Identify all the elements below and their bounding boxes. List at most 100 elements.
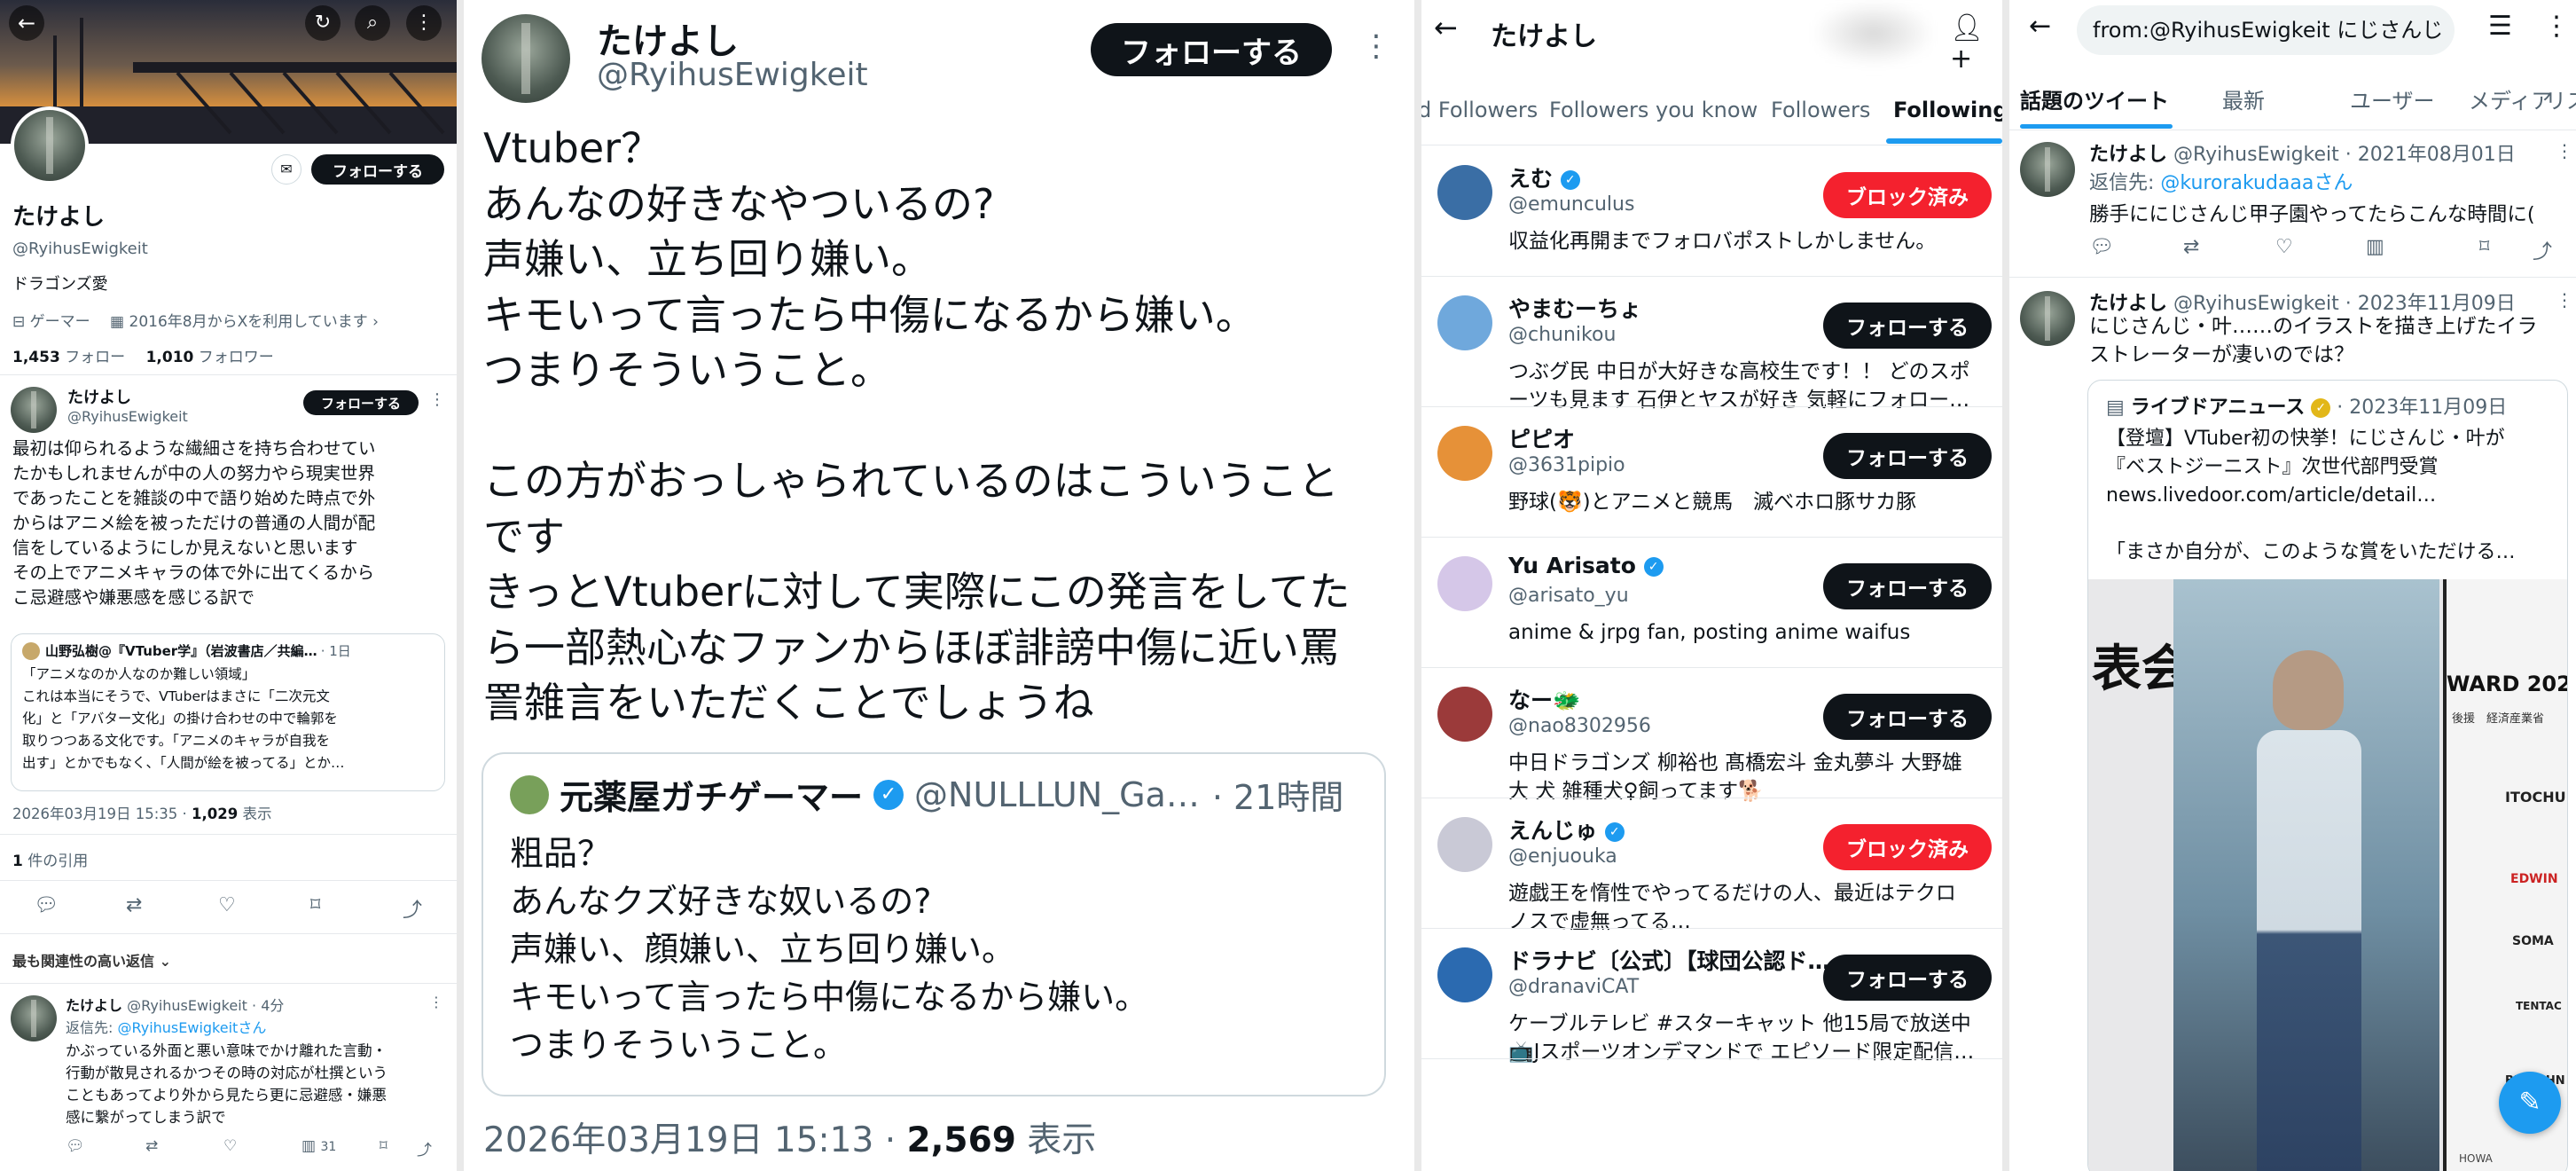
follow-button[interactable]: フォローする bbox=[1823, 563, 1992, 609]
tweet-avatar[interactable] bbox=[482, 14, 570, 103]
reply-to-link[interactable]: @RyihusEwigkeitさん bbox=[117, 1019, 266, 1036]
like-icon[interactable]: ♡ bbox=[223, 1137, 237, 1155]
tab-top[interactable]: 話題のツイート bbox=[2020, 83, 2169, 114]
reply-author-name[interactable]: たけよし bbox=[66, 997, 122, 1014]
views-icon[interactable]: ▥ bbox=[2366, 236, 2384, 258]
compose-fab-icon[interactable]: ✎ bbox=[2499, 1072, 2561, 1134]
link-preview-card[interactable]: ▤ ライブドアニュース ✓ · 2023年11月09日 【登壇】VTuber初の… bbox=[2087, 380, 2568, 1171]
search-input[interactable]: from:@RyihusEwigkeit にじさんじ bbox=[2077, 5, 2455, 55]
retweet-icon[interactable]: ⇄ bbox=[145, 1137, 158, 1155]
reply-icon[interactable]: 💬︎ bbox=[66, 1137, 85, 1155]
tab-followers[interactable]: Followers bbox=[1771, 98, 1870, 122]
user-handle[interactable]: @nao8302956 bbox=[1508, 715, 1651, 737]
user-avatar[interactable] bbox=[1437, 817, 1492, 872]
quoted-tweet-card[interactable]: 山野弘樹@『VTuber学』（岩波書店／共編… · 1日 「アニメなのか人なのか… bbox=[11, 633, 445, 791]
retweet-icon[interactable]: ⇄ bbox=[2183, 236, 2199, 258]
user-row[interactable]: えむ ✓ @emunculus ブロック済み 収益化再開までフォロバポストしかし… bbox=[1421, 147, 2002, 277]
tweet-more-icon[interactable]: ⋮ bbox=[2556, 140, 2573, 161]
blocked-button[interactable]: ブロック済み bbox=[1823, 824, 1992, 870]
reply-icon[interactable]: 💬︎ bbox=[2089, 236, 2114, 258]
filter-icon[interactable]: ☰ bbox=[2488, 11, 2512, 42]
reply-author-handle[interactable]: @RyihusEwigkeit · 4分 bbox=[127, 997, 284, 1014]
tab-lists[interactable]: リス bbox=[2545, 83, 2576, 114]
user-name[interactable]: やまむーちょ bbox=[1508, 292, 1641, 324]
user-handle[interactable]: @chunikou bbox=[1508, 324, 1616, 346]
share-icon[interactable]: ⤴ bbox=[417, 1137, 432, 1159]
user-row[interactable]: ドラナビ〔公式〕【球団公認ド… @dranaviCAT フォローする ケーブルテ… bbox=[1421, 930, 2002, 1064]
user-avatar[interactable] bbox=[1437, 426, 1492, 481]
like-icon[interactable]: ♡ bbox=[218, 894, 236, 916]
user-handle[interactable]: @dranaviCAT bbox=[1508, 976, 1639, 998]
user-avatar[interactable] bbox=[1437, 687, 1492, 742]
followers-count[interactable]: 1,010 bbox=[146, 349, 194, 366]
user-avatar[interactable] bbox=[1437, 295, 1492, 350]
tweet-author-handle[interactable]: @RyihusEwigkeit bbox=[67, 408, 188, 425]
user-row[interactable]: なー🐲 @nao8302956 フォローする 中日ドラゴンズ 柳裕也 髙橋宏斗 … bbox=[1421, 669, 2002, 803]
user-name[interactable]: えむ ✓ bbox=[1508, 161, 1580, 193]
user-avatar[interactable] bbox=[1437, 556, 1492, 611]
user-name[interactable]: ピピオ bbox=[1508, 422, 1575, 454]
message-icon[interactable]: ✉ bbox=[271, 154, 301, 185]
more-icon[interactable]: ⋮ bbox=[406, 5, 442, 41]
tweet-avatar[interactable] bbox=[2020, 142, 2075, 197]
profile-follow-button[interactable]: フォローする bbox=[311, 154, 444, 185]
followers-label[interactable]: フォロワー bbox=[199, 349, 274, 366]
follow-button[interactable]: フォローする bbox=[1823, 433, 1992, 479]
bookmark-icon[interactable]: ⌑ bbox=[380, 1137, 388, 1155]
reply-to-link[interactable]: @kurorakudaaaさん bbox=[2160, 172, 2353, 194]
bookmark-icon[interactable]: ⌑ bbox=[310, 894, 320, 916]
back-icon[interactable]: ← bbox=[9, 5, 44, 41]
blocked-button[interactable]: ブロック済み bbox=[1823, 172, 1992, 218]
user-avatar[interactable] bbox=[1437, 947, 1492, 1002]
back-icon[interactable]: ← bbox=[2029, 11, 2051, 42]
search-icon[interactable]: ⌕ bbox=[355, 5, 390, 41]
user-row[interactable]: やまむーちょ @chunikou フォローする つぶグ民 中日が大好きな高校生で… bbox=[1421, 278, 2002, 412]
following-count[interactable]: 1,453 bbox=[12, 349, 60, 366]
share-icon[interactable]: ⤴ bbox=[2533, 236, 2552, 264]
repost-icon[interactable]: ↻ bbox=[305, 5, 341, 41]
reply-more-icon[interactable]: ⋮ bbox=[429, 994, 443, 1010]
user-row[interactable]: えんじゅ ✓ @enjuouka ブロック済み 遊戯王を惰性でやってるだけの人、… bbox=[1421, 799, 2002, 933]
following-label[interactable]: フォロー bbox=[65, 349, 125, 366]
user-handle[interactable]: @3631pipio bbox=[1508, 454, 1625, 476]
user-handle[interactable]: @enjuouka bbox=[1508, 845, 1617, 868]
user-name[interactable]: ドラナビ〔公式〕【球団公認ド… bbox=[1508, 944, 1830, 976]
user-handle[interactable]: @emunculus bbox=[1508, 193, 1634, 216]
like-icon[interactable]: ♡ bbox=[2275, 236, 2293, 258]
user-row[interactable]: ピピオ @3631pipio フォローする 野球(🐯)とアニメと競馬 滅べホロ豚… bbox=[1421, 408, 2002, 538]
bookmark-icon[interactable]: ⌑ bbox=[2479, 236, 2489, 258]
user-name[interactable]: なー🐲 bbox=[1508, 683, 1580, 715]
quote-count[interactable]: 1 件の引用 bbox=[12, 848, 88, 870]
tweet-avatar[interactable] bbox=[2020, 291, 2075, 346]
tweet-follow-button[interactable]: フォローする bbox=[303, 390, 419, 415]
tab-latest[interactable]: 最新 bbox=[2222, 83, 2265, 114]
tab-verified-followers[interactable]: d Followers bbox=[1421, 98, 1538, 122]
add-user-icon[interactable]: 👤︎+ bbox=[1950, 12, 2002, 75]
user-avatar[interactable] bbox=[1437, 165, 1492, 220]
user-name[interactable]: えんじゅ ✓ bbox=[1508, 813, 1625, 845]
tweet-more-icon[interactable]: ⋮ bbox=[2556, 289, 2573, 310]
tab-users[interactable]: ユーザー bbox=[2350, 83, 2435, 114]
follow-button[interactable]: フォローする bbox=[1823, 303, 1992, 349]
tab-media[interactable]: メディア bbox=[2469, 83, 2552, 114]
retweet-icon[interactable]: ⇄ bbox=[126, 894, 142, 916]
tweet-avatar[interactable] bbox=[11, 387, 57, 433]
tweet-author-handle[interactable]: @RyihusEwigkeit bbox=[597, 57, 868, 93]
views-icon[interactable]: ▥ 31 bbox=[301, 1137, 336, 1155]
quoted-tweet-card[interactable]: 元薬屋ガチゲーマー ✓ @NULLLUN_Ga… · 21時間 粗品？ あんなク… bbox=[482, 752, 1386, 1096]
tweet-more-icon[interactable]: ⋮ bbox=[1361, 28, 1391, 64]
user-row[interactable]: Yu Arisato ✓ @arisato_yu フォローする anime & … bbox=[1421, 538, 2002, 668]
follow-button[interactable]: フォローする bbox=[1823, 955, 1992, 1001]
reply-sort-dropdown[interactable]: 最も関連性の高い返信 ⌄ bbox=[12, 949, 171, 971]
follow-button[interactable]: フォローする bbox=[1823, 694, 1992, 740]
profile-avatar[interactable] bbox=[11, 106, 89, 185]
reply-icon[interactable]: 💬︎ bbox=[34, 894, 59, 916]
share-icon[interactable]: ⤴ bbox=[403, 894, 422, 923]
tweet-follow-button[interactable]: フォローする bbox=[1091, 23, 1332, 76]
tab-followers-you-know[interactable]: Followers you know bbox=[1549, 98, 1758, 122]
tweet-more-icon[interactable]: ⋮ bbox=[429, 390, 445, 409]
user-name[interactable]: Yu Arisato ✓ bbox=[1508, 553, 1664, 578]
more-icon[interactable]: ⋮ bbox=[2543, 11, 2570, 42]
tweet-author-name[interactable]: たけよし bbox=[67, 385, 131, 408]
back-icon[interactable]: ← bbox=[1434, 11, 1458, 44]
